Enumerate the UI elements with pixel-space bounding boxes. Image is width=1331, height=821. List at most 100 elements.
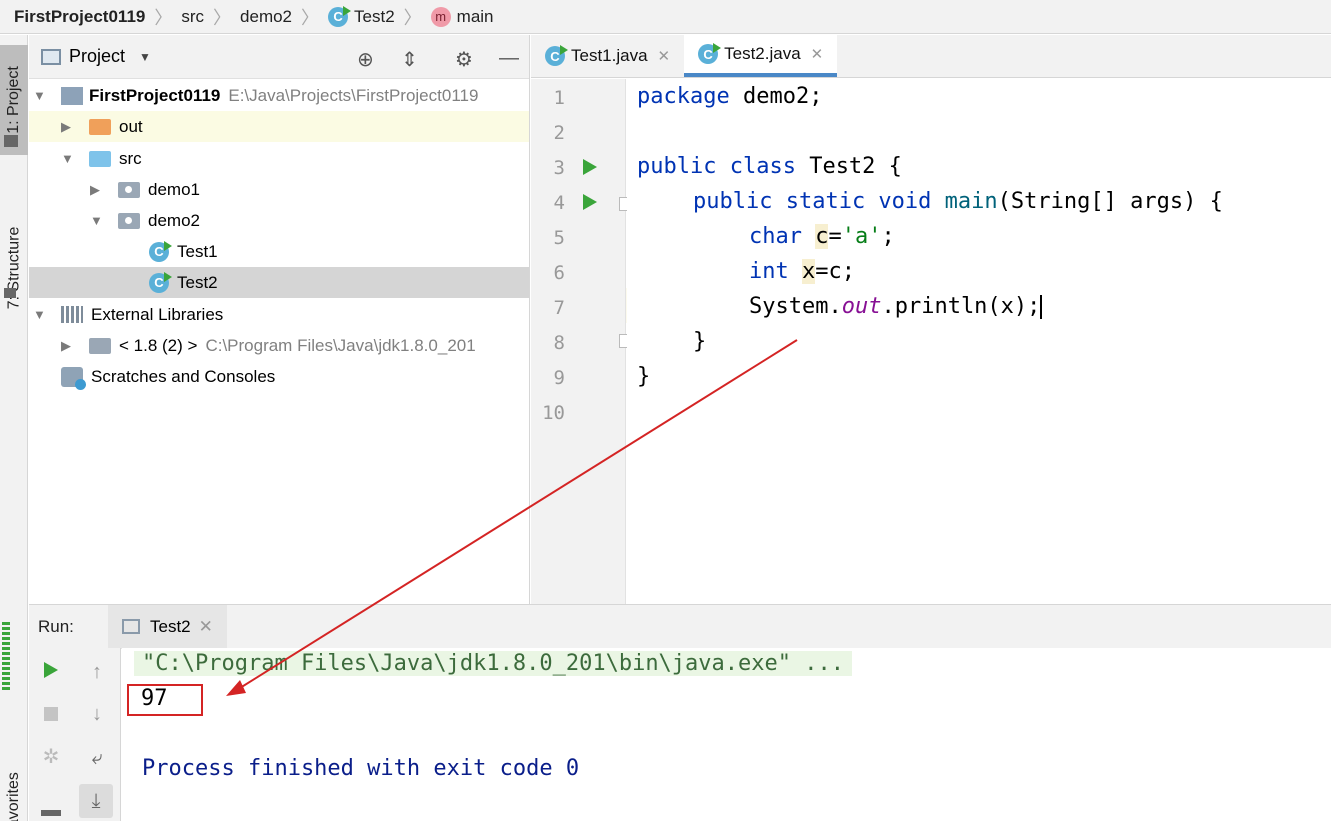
run-gutter-icon[interactable] [583,194,597,210]
tool-tab-favorites-label: Favorites [5,772,23,821]
jdk-icon [89,337,111,354]
arrow-up-icon[interactable]: ↑ [83,658,111,686]
close-icon[interactable]: ✕ [811,45,824,63]
keyword: int [749,259,789,284]
java-class-icon: C [545,45,568,66]
string-literal: 'a' [841,224,882,249]
code-line-5: char c='a'; [749,224,895,249]
debug-icon[interactable]: ✲ [37,742,65,770]
scroll-to-end-icon[interactable]: ⤓ [79,784,113,818]
module-icon [61,86,83,105]
tool-window-stripe: 1: Project 7: Structure Favorites [0,35,28,821]
tab-test1-java[interactable]: C Test1.java ✕ [531,35,684,77]
text-caret [1040,295,1043,319]
keyword: char [749,224,802,249]
breadcrumb-project[interactable]: FirstProject0119 [14,7,145,27]
expand-right-icon[interactable]: ▶ [61,119,75,135]
java-class-icon: C [149,240,172,262]
code-line-6: int x=c; [749,259,855,284]
tree-item-external-libraries[interactable]: ▼ External Libraries [29,299,529,330]
tree-item-demo2[interactable]: ▼ demo2 [29,205,529,236]
tree-item-label: demo2 [148,210,200,230]
code-text: demo2; [729,84,823,109]
rerun-icon[interactable] [37,656,65,684]
tree-item-path: C:\Program Files\Java\jdk1.8.0_201 [205,335,476,355]
locate-icon[interactable]: ⊕ [357,47,374,72]
code-line-1: package demo2; [637,84,822,109]
tree-item-test2[interactable]: C Test2 [29,267,529,298]
breadcrumb: FirstProject0119 〉 src 〉 demo2 〉 C Test2 … [0,0,1331,34]
code-line-9: } [637,364,650,389]
run-gutter-icon[interactable] [583,159,597,175]
tree-item-jdk[interactable]: ▶ < 1.8 (2) > C:\Program Files\Java\jdk1… [29,330,529,361]
console-output[interactable]: "C:\Program Files\Java\jdk1.8.0_201\bin\… [122,648,1331,821]
tree-item-project[interactable]: ▼ FirstProject0119 E:\Java\Projects\Firs… [29,80,529,111]
code-text: Test2 { [795,154,902,179]
line-number: 3 [553,157,565,179]
tree-item-src[interactable]: ▼ src [29,143,529,174]
run-toolbar: ↑ ↓ ✲ ⤶ ▬ ⤓ [29,648,121,821]
breadcrumb-class[interactable]: C Test2 [328,5,395,27]
tree-item-path: E:\Java\Projects\FirstProject0119 [228,85,479,105]
expand-down-icon[interactable]: ▼ [61,151,75,166]
tool-tab-favorites[interactable]: Favorites [0,755,28,821]
close-icon[interactable]: ✕ [658,47,671,65]
code-text: .println(x); [881,294,1041,319]
tool-tab-structure[interactable]: 7: Structure [0,210,28,325]
java-class-icon: C [698,43,722,64]
line-number: 7 [553,297,565,319]
project-panel-header: Project ▼ ⊕ ⇕ ⚙ — [29,35,529,79]
breadcrumb-package[interactable]: demo2 [240,7,292,27]
method-icon: m [430,6,451,27]
chevron-down-icon[interactable]: ▼ [139,50,151,64]
tree-item-test1[interactable]: C Test1 [29,236,529,267]
expand-right-icon[interactable]: ▶ [90,182,104,198]
code-line-3: public class Test2 { [637,154,902,179]
chevron-right-icon: 〉 [301,7,320,28]
package-icon [118,212,140,229]
folder-blue-icon [89,150,111,167]
chevron-right-icon: 〉 [213,7,232,28]
collapse-all-icon[interactable]: ⇕ [401,47,418,72]
stop-icon[interactable] [37,700,65,728]
breadcrumb-method[interactable]: m main [430,6,494,27]
layout-icon[interactable]: ▬ [37,796,65,821]
tree-item-label: < 1.8 (2) > [119,335,198,355]
tree-item-scratches[interactable]: Scratches and Consoles [29,361,529,392]
line-number: 9 [553,367,565,389]
scratches-icon [61,366,86,390]
line-number: 2 [553,122,565,144]
breadcrumb-class-label: Test2 [354,6,395,26]
expand-down-icon[interactable]: ▼ [90,213,104,228]
expand-down-icon[interactable]: ▼ [33,307,47,322]
run-label: Run: [38,616,74,636]
run-tab-label: Test2 [150,616,191,636]
java-class-icon: C [328,5,352,27]
expand-down-icon[interactable]: ▼ [33,88,47,103]
arrow-down-icon[interactable]: ↓ [83,700,111,728]
editor-gutter: 1 2 3 4 5 6 7 8 9 10 [531,79,633,604]
code-text: =c; [815,259,855,284]
close-icon[interactable]: ✕ [199,617,213,637]
tree-item-demo1[interactable]: ▶ demo1 [29,174,529,205]
breadcrumb-src[interactable]: src [181,7,204,27]
tool-tab-project-label: 1: Project [5,66,22,134]
code-text: ; [881,224,895,249]
run-tab-test2[interactable]: Test2 ✕ [108,604,227,649]
tree-item-label: Test2 [177,272,218,292]
expand-right-icon[interactable]: ▶ [61,338,75,354]
soft-wrap-icon[interactable]: ⤶ [83,744,111,772]
gear-icon[interactable]: ⚙ [455,47,473,72]
run-panel-header: Run: Test2 ✕ [29,604,1331,649]
project-panel-title[interactable]: Project [69,46,125,67]
tree-item-label: Scratches and Consoles [91,366,276,386]
console-finished-message: Process finished with exit code 0 [142,756,580,781]
hide-icon[interactable]: — [499,47,519,70]
code-editor[interactable]: package demo2; public class Test2 { publ… [627,79,1331,604]
tab-test2-java[interactable]: C Test2.java ✕ [684,35,838,77]
code-text: System. [749,294,842,319]
tab-label: Test1.java [571,46,648,65]
code-text: } [693,329,707,354]
code-text: = [828,224,842,249]
tree-item-out[interactable]: ▶ out [29,111,529,142]
